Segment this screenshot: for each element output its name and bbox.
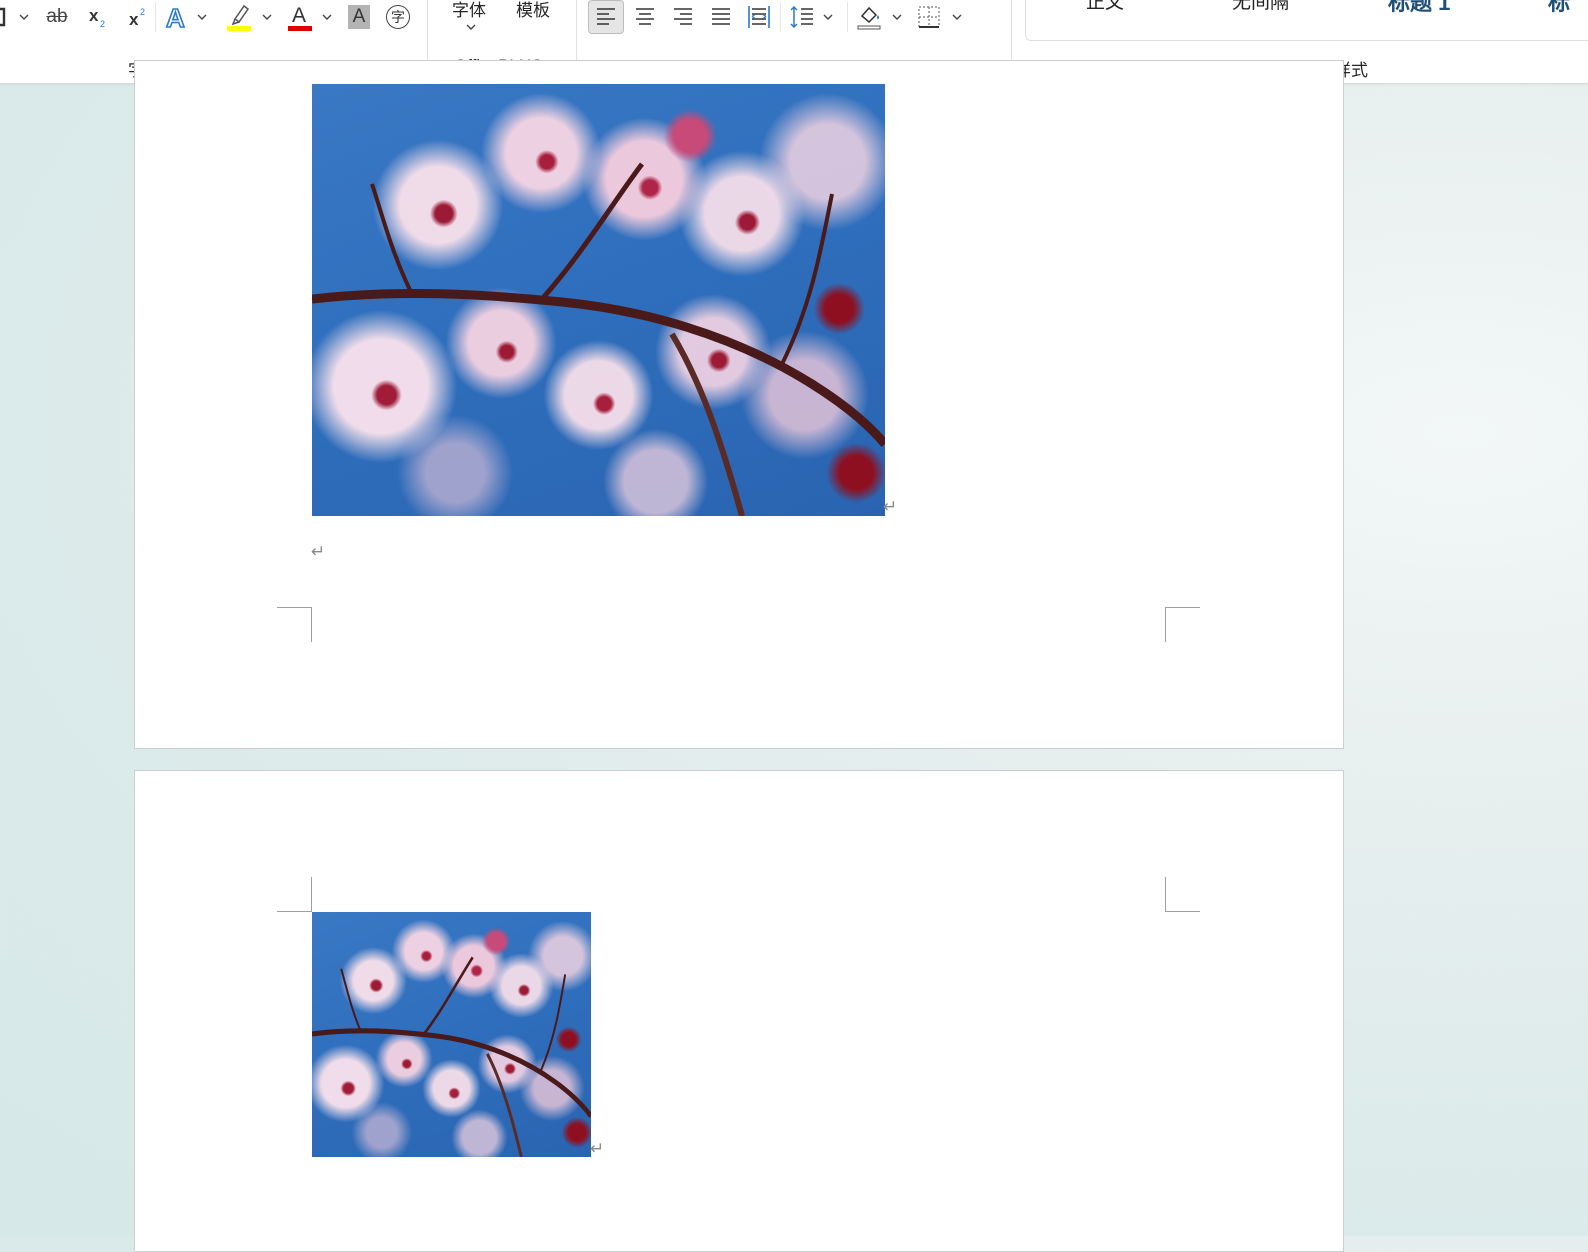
blossom-centers — [312, 84, 885, 516]
text-effects-chevron-icon[interactable] — [196, 2, 208, 32]
margin-corner-top-right — [1165, 877, 1200, 912]
style-normal[interactable]: 正文 — [1086, 0, 1124, 14]
font-color-button[interactable]: A — [286, 2, 314, 32]
officeplus-font-chevron-icon[interactable] — [465, 12, 477, 42]
line-spacing-icon — [790, 5, 813, 29]
paragraph-mark: ↵ — [311, 542, 326, 562]
line-spacing-button[interactable] — [786, 2, 818, 32]
borders-button[interactable] — [913, 2, 945, 32]
align-right-icon — [674, 8, 692, 25]
document-page-1[interactable]: ↵ ↵ — [134, 60, 1344, 749]
shading-button[interactable] — [853, 2, 885, 32]
cherry-blossom-picture-small[interactable] — [312, 912, 591, 1157]
separator — [780, 2, 781, 32]
justify-icon — [712, 8, 730, 25]
subscript-icon: x 2 — [89, 6, 105, 29]
enclose-characters-button[interactable]: 字 — [383, 2, 413, 32]
character-shading-icon: A — [348, 5, 370, 29]
margin-corner-top-left — [277, 877, 312, 912]
borders-chevron-icon[interactable] — [951, 2, 963, 32]
font-color-icon: A — [288, 4, 312, 31]
align-center-icon — [636, 8, 654, 25]
margin-corner-bottom-right — [1165, 607, 1200, 642]
highlight-chevron-icon[interactable] — [261, 2, 273, 32]
separator — [155, 2, 156, 32]
align-right-button[interactable] — [667, 2, 699, 32]
shading-chevron-icon[interactable] — [891, 2, 903, 32]
style-heading-1[interactable]: 标题 1 — [1388, 0, 1450, 17]
text-effects-button[interactable]: A — [162, 2, 190, 32]
superscript-icon: x 2 — [129, 7, 145, 29]
distributed-button[interactable] — [743, 2, 775, 32]
cherry-blossom-picture[interactable] — [312, 84, 885, 516]
style-heading-2[interactable]: 标 — [1548, 0, 1570, 17]
subscript-button[interactable]: x 2 — [84, 2, 112, 32]
style-no-spacing[interactable]: 无间隔 — [1232, 0, 1289, 14]
superscript-button[interactable]: x 2 — [124, 2, 152, 32]
svg-text:2: 2 — [100, 19, 105, 29]
borders-icon — [918, 6, 940, 28]
highlighter-icon — [227, 4, 251, 31]
strikethrough-icon: ab — [46, 6, 68, 27]
align-center-button[interactable] — [629, 2, 661, 32]
margin-corner-bottom-left — [277, 607, 312, 642]
font-color-chevron-icon[interactable] — [321, 2, 333, 32]
line-spacing-chevron-icon[interactable] — [822, 2, 834, 32]
svg-text:A: A — [166, 3, 185, 31]
paragraph-mark: ↵ — [883, 497, 898, 517]
paint-bucket-icon — [857, 6, 881, 30]
svg-text:A: A — [292, 4, 306, 27]
styles-gallery[interactable]: 正文 无间隔 标题 1 标 — [1025, 0, 1588, 41]
distributed-icon — [748, 6, 770, 28]
align-left-icon — [597, 8, 615, 25]
blossom-centers — [312, 912, 591, 1157]
text-effects-icon: A — [165, 3, 186, 31]
officeplus-template-button[interactable]: 模板 — [516, 0, 550, 21]
svg-text:x: x — [89, 6, 99, 25]
bold-button[interactable] — [0, 2, 10, 32]
separator — [847, 2, 848, 32]
justify-button[interactable] — [705, 2, 737, 32]
strikethrough-button[interactable]: ab — [42, 2, 72, 32]
enclose-characters-icon: 字 — [386, 5, 410, 29]
highlight-button[interactable] — [225, 2, 255, 32]
svg-text:2: 2 — [140, 7, 145, 17]
align-left-button[interactable] — [588, 0, 624, 34]
underline-dropdown-chevron-icon[interactable] — [18, 2, 30, 32]
character-shading-button[interactable]: A — [345, 2, 373, 32]
paragraph-mark: ↵ — [590, 1139, 605, 1159]
svg-text:x: x — [129, 10, 139, 29]
document-page-2[interactable]: ↵ — [134, 770, 1344, 1252]
